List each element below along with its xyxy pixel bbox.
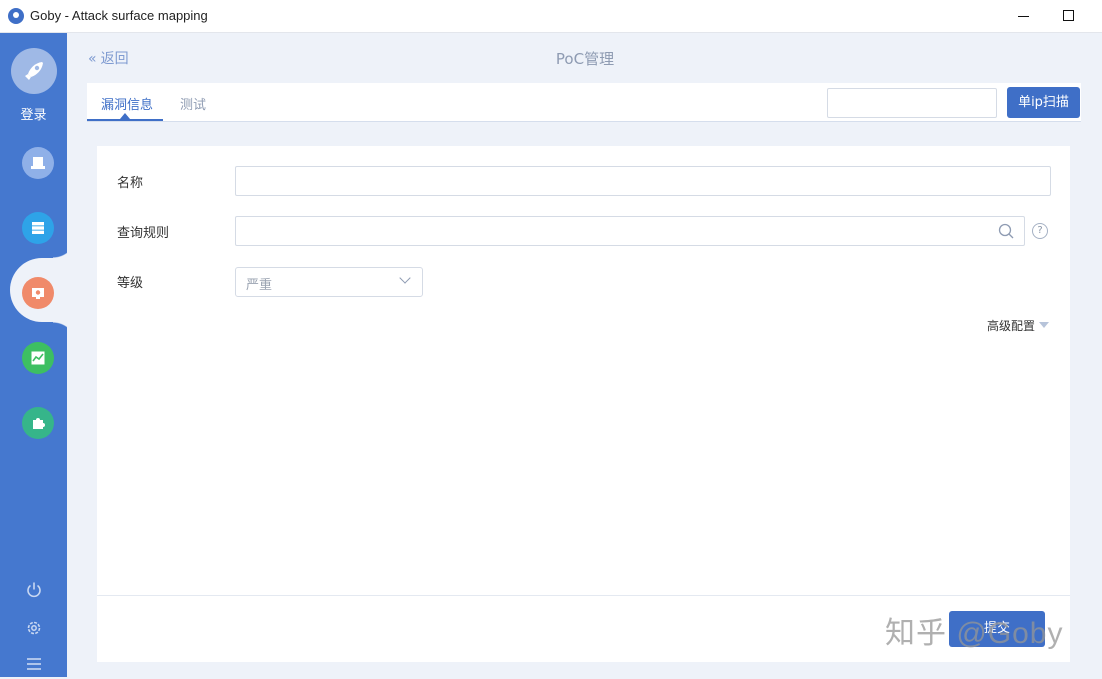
vulnerability-icon [32, 288, 44, 299]
minimize-icon[interactable] [1000, 0, 1046, 32]
ip-input[interactable] [827, 88, 997, 118]
query-rule-field[interactable] [235, 216, 1025, 246]
caret-down-icon[interactable] [1039, 322, 1049, 328]
poc-form-card: 名称 查询规则 ? 等级 严重 高级配置 提交 [97, 146, 1070, 662]
advanced-config-toggle[interactable]: 高级配置 [987, 317, 1035, 334]
plugin-icon [33, 418, 45, 429]
level-label: 等级 [117, 276, 144, 291]
sidebar-item-plugin[interactable] [22, 407, 54, 439]
goby-app-icon [8, 8, 24, 24]
page-title: PoC管理 [555, 50, 615, 68]
rocket-icon [25, 62, 43, 80]
scan-icon [31, 157, 45, 169]
sidebar: 登录 [0, 33, 80, 677]
active-tab-underline [87, 119, 163, 121]
window-title: Goby - Attack surface mapping [30, 8, 208, 23]
report-icon [31, 351, 45, 365]
name-label: 名称 [117, 176, 144, 191]
level-select[interactable]: 严重 [235, 267, 423, 297]
query-rule-label: 查询规则 [117, 226, 170, 241]
menu-icon[interactable] [24, 654, 44, 674]
watermark: 知乎 @Goby [885, 617, 1064, 650]
back-label: 返回 [100, 51, 129, 67]
sidebar-item-assets[interactable] [22, 212, 54, 244]
gear-icon[interactable] [24, 618, 44, 638]
back-link[interactable]: «返回 [88, 48, 129, 68]
tab-test[interactable]: 测试 [180, 94, 206, 113]
double-chevron-left-icon: « [88, 51, 97, 67]
power-icon[interactable] [24, 580, 44, 600]
single-ip-scan-button[interactable]: 单ip扫描 [1007, 87, 1080, 118]
assets-icon [32, 222, 44, 234]
sidebar-item-report[interactable] [22, 342, 54, 374]
level-value: 严重 [246, 278, 273, 293]
help-icon[interactable]: ? [1032, 223, 1048, 239]
title-bar: Goby - Attack surface mapping [0, 0, 1102, 33]
name-field[interactable] [235, 166, 1051, 196]
sidebar-item-vulnerability[interactable] [22, 277, 54, 309]
chevron-down-icon [399, 272, 411, 284]
search-icon[interactable] [998, 223, 1014, 239]
tab-vuln-info[interactable]: 漏洞信息 [101, 94, 153, 113]
maximize-icon[interactable] [1046, 0, 1092, 32]
login-label[interactable]: 登录 [0, 104, 67, 123]
form-divider [97, 595, 1070, 596]
user-avatar[interactable] [11, 48, 57, 94]
sidebar-item-scan[interactable] [22, 147, 54, 179]
